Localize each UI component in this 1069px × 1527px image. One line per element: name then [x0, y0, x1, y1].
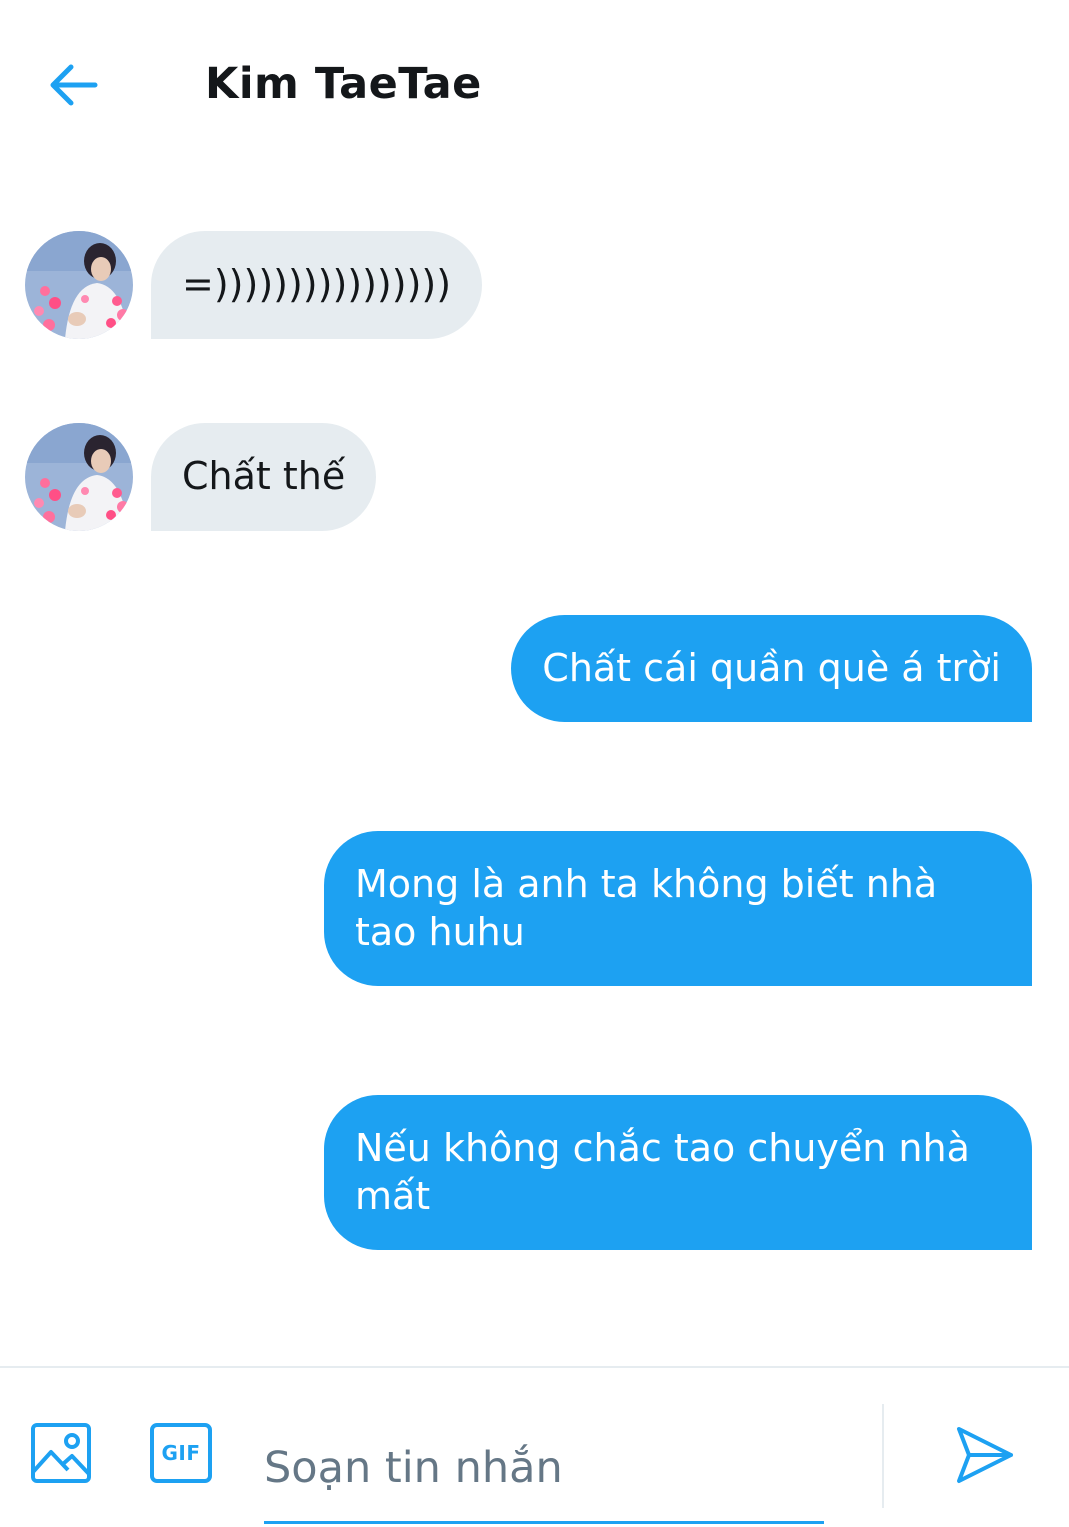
avatar[interactable] — [25, 423, 133, 531]
conversation-header: Kim TaeTae — [0, 0, 1069, 170]
message-composer: GIF — [0, 1368, 1069, 1527]
message-bubble-incoming[interactable]: =)))))))))))))))) — [151, 231, 483, 339]
gif-label: GIF — [161, 1441, 201, 1465]
send-button[interactable] — [950, 1420, 1020, 1490]
message-bubble-outgoing[interactable]: Mong là anh ta không biết nhà tao huhu — [324, 831, 1032, 986]
message-bubble-incoming[interactable]: Chất thế — [151, 423, 377, 531]
add-media-button[interactable] — [28, 1420, 94, 1486]
gif-button[interactable]: GIF — [148, 1420, 214, 1486]
image-icon — [31, 1423, 91, 1483]
message-bubble-outgoing[interactable]: Nếu không chắc tao chuyển nhà mất — [324, 1095, 1032, 1250]
send-icon — [957, 1427, 1013, 1483]
dm-conversation-screen: Kim TaeTae =)))))))))))))))) Chất thế Ch… — [0, 0, 1069, 1527]
compose-message-input[interactable] — [264, 1414, 824, 1524]
conversation-title[interactable]: Kim TaeTae — [205, 56, 482, 112]
message-bubble-outgoing[interactable]: Chất cái quần què á trời — [511, 615, 1032, 722]
avatar-image — [25, 423, 133, 531]
avatar[interactable] — [25, 231, 133, 339]
arrow-left-icon — [50, 64, 98, 106]
back-button[interactable] — [40, 52, 106, 118]
avatar-image — [25, 231, 133, 339]
composer-separator — [882, 1404, 884, 1508]
